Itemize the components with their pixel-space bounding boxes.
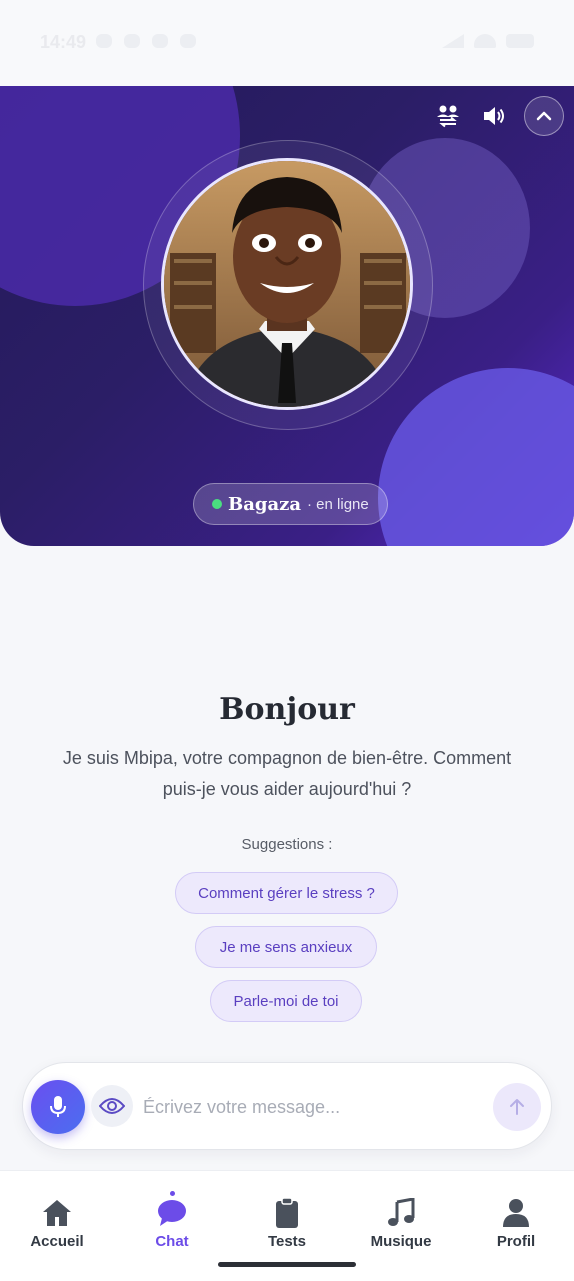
greeting-title: Bonjour [219,692,355,727]
voice-button[interactable] [31,1080,85,1134]
nav-item-profil[interactable]: Profil [466,1195,566,1250]
signal-icon [442,34,464,48]
notification-icon [180,34,196,48]
suggestion-chip[interactable]: Parle-moi de toi [210,980,362,1022]
system-icons [442,34,534,48]
notification-icon [124,34,140,48]
companion-status: · en ligne [307,495,369,513]
nav-item-tests[interactable]: Tests [237,1195,337,1250]
status-time: 14:49 [40,32,87,52]
suggestion-chip[interactable]: Je me sens anxieux [195,926,377,968]
chat-icon [158,1200,186,1226]
status-bar: 14:49 [0,0,574,86]
companion-avatar[interactable] [161,158,413,410]
visibility-toggle[interactable] [91,1085,133,1127]
message-composer [22,1062,552,1150]
collapse-button[interactable] [524,96,564,136]
nav-label: Accueil [30,1233,84,1250]
eye-icon [99,1098,125,1114]
companion-name: Bagaza [228,493,302,515]
notification-icons [96,34,196,48]
nav-label: Musique [370,1233,432,1250]
suggestions-label: Suggestions : [241,836,333,853]
nav-label: Chat [155,1233,189,1250]
wifi-icon [474,34,496,48]
nav-item-accueil[interactable]: Accueil [7,1195,107,1250]
message-input[interactable] [141,1087,485,1127]
battery-icon [506,34,534,48]
nav-item-chat[interactable]: Chat [122,1191,222,1250]
hero-controls [432,96,564,136]
nav-label: Profil [496,1233,536,1250]
active-indicator [170,1191,175,1196]
companion-portrait [164,161,410,407]
notification-icon [96,34,112,48]
notification-icon [152,34,168,48]
clipboard-icon [276,1197,298,1228]
chevron-up-icon [536,111,552,121]
nav-label: Tests [267,1233,307,1250]
people-swap-icon[interactable] [432,100,464,132]
companion-hero: Bagaza · en ligne [0,86,574,546]
profile-icon [503,1199,529,1227]
greeting-text: Je suis Mbipa, votre compagnon de bien-ê… [62,748,512,799]
speaker-icon[interactable] [478,100,510,132]
online-indicator [212,499,222,509]
send-button[interactable] [493,1083,541,1131]
decor-circle [378,368,574,546]
home-icon [43,1200,71,1226]
nav-item-musique[interactable]: Musique [351,1195,451,1250]
home-indicator [218,1262,356,1267]
microphone-icon [50,1096,66,1117]
music-icon [388,1198,415,1226]
companion-status-pill: Bagaza · en ligne [193,483,388,525]
arrow-up-icon [510,1099,524,1115]
suggestion-chip[interactable]: Comment gérer le stress ? [175,872,398,914]
